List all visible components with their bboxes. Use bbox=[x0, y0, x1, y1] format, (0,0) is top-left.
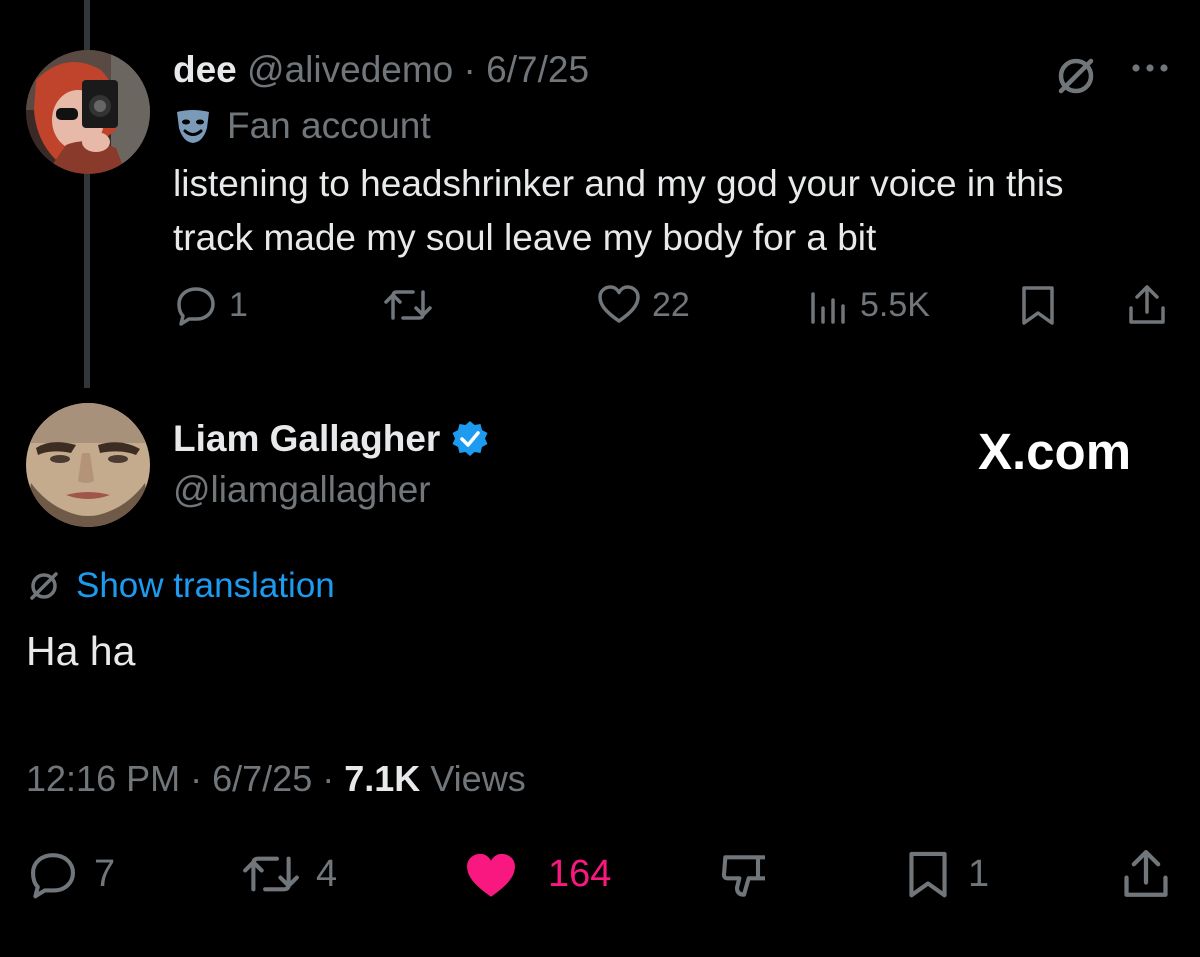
views-button[interactable]: 5.5K bbox=[806, 280, 930, 330]
separator: · bbox=[463, 49, 476, 90]
tweet-time[interactable]: 12:16 PM bbox=[26, 758, 180, 799]
repost-button[interactable]: 4 bbox=[240, 844, 337, 904]
views-chart-icon bbox=[806, 282, 850, 328]
like-count: 164 bbox=[548, 852, 612, 895]
repost-icon bbox=[240, 847, 302, 901]
reply-handle[interactable]: @liamgallagher bbox=[173, 466, 431, 514]
reply-tweet-text: Ha ha bbox=[26, 628, 136, 674]
like-count: 22 bbox=[652, 285, 690, 324]
show-translation-text[interactable]: Show translation bbox=[76, 566, 335, 606]
repost-icon bbox=[383, 282, 433, 328]
downvote-icon[interactable] bbox=[716, 848, 772, 904]
reply-button[interactable]: 7 bbox=[26, 844, 115, 904]
bookmark-button[interactable]: 1 bbox=[902, 844, 989, 904]
more-options-icon[interactable] bbox=[1126, 52, 1174, 92]
show-translation-link[interactable]: Show translation bbox=[26, 562, 335, 610]
tweet-meta: 12:16 PM · 6/7/25 · 7.1K Views bbox=[26, 754, 526, 804]
parent-tweet-text: listening to headshrinker and my god you… bbox=[173, 163, 1064, 258]
account-label: Fan account bbox=[173, 102, 431, 150]
x-com-watermark: X.com bbox=[978, 423, 1132, 480]
heart-icon bbox=[596, 282, 642, 328]
share-icon[interactable] bbox=[1124, 282, 1170, 328]
avatar-liam[interactable] bbox=[26, 403, 150, 527]
account-label-text: Fan account bbox=[227, 105, 431, 146]
reply-author: Liam Gallagher bbox=[173, 414, 490, 464]
display-name[interactable]: Liam Gallagher bbox=[173, 418, 440, 460]
handle[interactable]: @alivedemo bbox=[247, 49, 453, 90]
display-name[interactable]: dee bbox=[173, 49, 237, 90]
like-button[interactable]: 22 bbox=[596, 280, 690, 330]
translate-icon bbox=[26, 568, 62, 604]
like-button[interactable]: 164 bbox=[462, 844, 611, 904]
parent-tweet-header: dee @alivedemo · 6/7/25 bbox=[173, 46, 589, 94]
heart-filled-icon bbox=[462, 847, 520, 901]
reply-icon bbox=[26, 847, 80, 901]
bookmark-icon bbox=[902, 846, 954, 902]
tweet-date[interactable]: 6/7/25 bbox=[212, 758, 312, 799]
tweet-date[interactable]: 6/7/25 bbox=[486, 49, 589, 90]
bookmark-icon[interactable] bbox=[1016, 282, 1060, 328]
avatar-dee[interactable] bbox=[26, 50, 150, 174]
reply-icon bbox=[173, 282, 219, 328]
repost-count: 4 bbox=[316, 852, 338, 895]
bookmark-count: 1 bbox=[968, 852, 990, 895]
views-label: Views bbox=[430, 758, 526, 799]
grok-icon[interactable] bbox=[1052, 52, 1100, 100]
theater-masks-icon bbox=[173, 106, 213, 146]
share-icon[interactable] bbox=[1118, 846, 1174, 902]
separator: · bbox=[190, 758, 203, 799]
repost-button[interactable] bbox=[383, 280, 443, 330]
verified-badge-icon bbox=[450, 419, 490, 459]
separator: · bbox=[322, 758, 335, 799]
views-count: 7.1K bbox=[344, 758, 421, 799]
reply-count: 1 bbox=[229, 285, 248, 324]
reply-button[interactable]: 1 bbox=[173, 280, 248, 330]
views-count: 5.5K bbox=[860, 285, 930, 324]
reply-count: 7 bbox=[94, 852, 116, 895]
